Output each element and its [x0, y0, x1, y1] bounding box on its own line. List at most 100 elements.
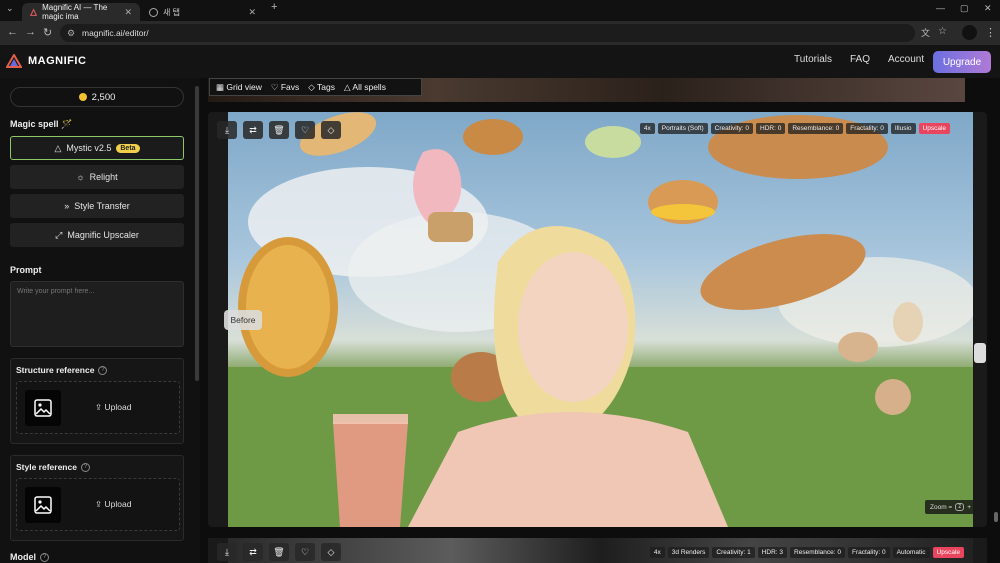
tag-button[interactable]: ◇	[321, 543, 341, 561]
all-spells-button[interactable]: △ All spells	[344, 82, 386, 93]
tag-engine: Automatic	[892, 547, 930, 558]
url-text: magnific.ai/editor/	[82, 28, 149, 38]
trash-icon: 🗑	[273, 124, 285, 135]
result-image[interactable]: 4x Portraits (Soft) Creativity: 0 HDR: 0…	[228, 112, 973, 527]
grid-view-button[interactable]: ▦ Grid view	[216, 82, 262, 93]
translate-icon[interactable]: 文	[921, 26, 930, 39]
help-icon[interactable]: ?	[80, 462, 90, 472]
logo-text: MAGNIFIC	[28, 55, 87, 67]
trash-icon: 🗑	[273, 546, 285, 557]
structure-reference-dropzone[interactable]: ⇪ Upload	[16, 381, 180, 434]
site-info-icon[interactable]: ⚙	[67, 28, 75, 39]
close-tab-icon[interactable]: ✕	[124, 7, 132, 18]
upload-button[interactable]: ⇪ Upload	[95, 402, 131, 413]
zoom-key: z	[955, 503, 965, 511]
image-card: 4x Portraits (Soft) Creativity: 0 HDR: 0…	[208, 112, 987, 527]
floating-food-portrait-image	[228, 112, 973, 527]
grid-view-label: Grid view	[226, 81, 262, 92]
tag-button[interactable]: ◇	[321, 121, 341, 139]
browser-chrome: ⌄ Magnific AI — The magic ima ✕ 새 탭 ✕ + …	[0, 0, 1000, 45]
tab-new[interactable]: 새 탭 ✕	[141, 3, 264, 21]
forward-icon[interactable]: →	[25, 26, 36, 38]
nav-account[interactable]: Account	[888, 54, 924, 65]
magnific-logo-icon	[6, 54, 22, 68]
tag-style: Portraits (Soft)	[657, 123, 708, 134]
menu-icon[interactable]: ⋮	[985, 26, 996, 39]
tags-label: Tags	[317, 81, 335, 92]
url-field[interactable]: ⚙ magnific.ai/editor/	[60, 24, 915, 42]
delete-button[interactable]: 🗑	[269, 543, 289, 561]
sidebar-scrollbar[interactable]	[195, 86, 199, 381]
tag-engine: Illusio	[890, 123, 916, 134]
help-icon[interactable]: ?	[40, 552, 49, 562]
structure-reference-card: Structure reference ? ⇪ Upload	[10, 358, 184, 444]
beta-badge: Beta	[116, 143, 140, 153]
spell-style-transfer-button[interactable]: » Style Transfer	[10, 194, 184, 218]
favorite-button[interactable]: ♡	[295, 543, 315, 561]
tag-list: 4x 3d Renders Creativity: 1 HDR: 3 Resem…	[649, 547, 964, 558]
sun-icon: ☼	[76, 172, 85, 182]
tags-button[interactable]: ◇ Tags	[308, 82, 335, 93]
star-icon[interactable]: ☆	[938, 26, 947, 37]
tag-fractality: Fractality: 0	[848, 547, 890, 558]
tab-list-icon[interactable]: ⌄	[6, 3, 14, 14]
globe-icon	[149, 7, 158, 17]
prompt-title: Prompt	[10, 265, 42, 275]
style-reference-card: Style reference ? ⇪ Upload	[10, 455, 184, 541]
tab-magnific[interactable]: Magnific AI — The magic ima ✕	[22, 3, 140, 21]
delete-button[interactable]: 🗑	[269, 121, 289, 139]
spell-mystic-button[interactable]: △ Mystic v2.5 Beta	[10, 136, 184, 160]
favs-button[interactable]: ♡ Favs	[271, 82, 299, 93]
reuse-button[interactable]: ⇄	[243, 121, 263, 139]
tag-upscale: Upscale	[918, 123, 950, 134]
page-scrollbar[interactable]	[994, 512, 998, 522]
back-icon[interactable]: ←	[7, 26, 18, 38]
upload-label: Upload	[104, 499, 132, 509]
close-window-icon[interactable]: ✕	[984, 3, 992, 14]
swap-icon: ⇄	[249, 124, 257, 135]
style-reference-dropzone[interactable]: ⇪ Upload	[16, 478, 180, 531]
restore-icon[interactable]: ▢	[960, 3, 969, 14]
upload-button[interactable]: ⇪ Upload	[95, 499, 131, 510]
app-header: MAGNIFIC Tutorials FAQ Account Upgrade	[0, 45, 1000, 78]
magic-spell-title: Magic spell 🪄	[10, 119, 73, 129]
tag-creativity: Creativity: 0	[710, 123, 753, 134]
favorite-button[interactable]: ♡	[295, 121, 315, 139]
tag-icon: ◇	[327, 124, 335, 135]
swap-icon: ⇄	[249, 546, 257, 557]
profile-avatar[interactable]	[962, 25, 977, 40]
image-placeholder-icon	[25, 390, 61, 426]
download-icon: ⤓	[225, 546, 229, 557]
close-tab-icon[interactable]: ✕	[248, 7, 256, 18]
spell-label: Relight	[89, 172, 118, 182]
spell-upscaler-button[interactable]: ⤢ Magnific Upscaler	[10, 223, 184, 247]
before-toggle[interactable]: Before	[224, 310, 262, 330]
new-tab-icon[interactable]: +	[271, 1, 277, 13]
tag-scale: 4x	[649, 547, 665, 558]
download-icon: ⤓	[225, 124, 229, 135]
model-label: Model	[10, 552, 36, 562]
triangle-icon: △	[54, 142, 62, 153]
tag-list: 4x Portraits (Soft) Creativity: 0 HDR: 0…	[639, 123, 950, 134]
expand-icon: ⤢	[55, 229, 63, 240]
minimize-icon[interactable]: —	[936, 3, 945, 13]
model-title: Model ?	[10, 552, 49, 562]
compare-slider-handle[interactable]	[974, 343, 986, 363]
nav-faq[interactable]: FAQ	[850, 54, 870, 65]
image-card: ⤓ ⇄ 🗑 ♡ ◇ 4x 3d Renders Creativity: 1 HD…	[208, 538, 987, 563]
logo[interactable]: MAGNIFIC	[6, 54, 86, 68]
reuse-button[interactable]: ⇄	[243, 543, 263, 561]
spell-relight-button[interactable]: ☼ Relight	[10, 165, 184, 189]
image-placeholder-icon	[25, 487, 61, 523]
spell-label: Magnific Upscaler	[67, 230, 139, 240]
zoom-plus: +	[967, 503, 972, 511]
download-button[interactable]: ⤓	[217, 543, 237, 561]
tab-title: 새 탭	[163, 7, 180, 17]
reload-icon[interactable]: ↻	[43, 26, 52, 39]
nav-tutorials[interactable]: Tutorials	[794, 54, 832, 65]
prompt-input[interactable]: Write your prompt here...	[10, 281, 184, 347]
help-icon[interactable]: ?	[98, 365, 108, 375]
upgrade-button[interactable]: Upgrade	[933, 51, 991, 73]
download-button[interactable]: ⤓	[217, 121, 237, 139]
tag-scale: 4x	[639, 123, 655, 134]
